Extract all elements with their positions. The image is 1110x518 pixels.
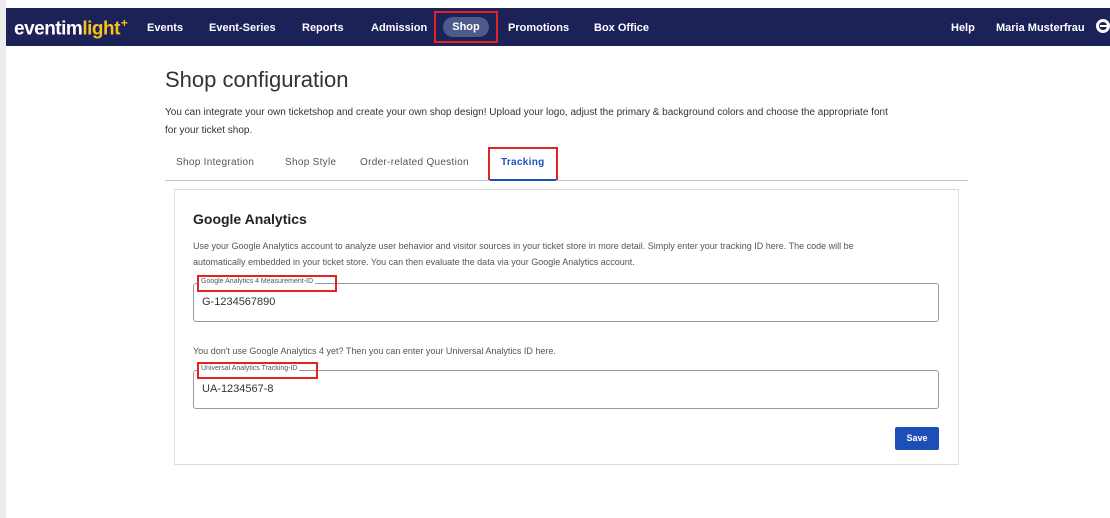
ga4-field-value[interactable]: G-1234567890 bbox=[202, 296, 275, 308]
nav-shop[interactable]: Shop bbox=[443, 17, 489, 37]
google-analytics-title: Google Analytics bbox=[193, 211, 307, 227]
user-circle-icon[interactable] bbox=[1096, 19, 1110, 33]
nav-event-series[interactable]: Event-Series bbox=[209, 18, 276, 38]
tab-shop-integration[interactable]: Shop Integration bbox=[176, 157, 254, 168]
nav-admission[interactable]: Admission bbox=[371, 18, 427, 38]
logo-text-main: eventim bbox=[14, 18, 83, 40]
ua-prompt-text: You don't use Google Analytics 4 yet? Th… bbox=[193, 346, 556, 356]
ga4-label-highlight-box bbox=[197, 275, 337, 292]
logo-text-accent: light bbox=[82, 18, 120, 40]
intro-line-1: You can integrate your own ticketshop an… bbox=[165, 107, 888, 118]
nav-help[interactable]: Help bbox=[951, 18, 975, 38]
tab-divider bbox=[165, 180, 968, 181]
ua-field-value[interactable]: UA-1234567-8 bbox=[202, 383, 274, 395]
active-tab-indicator bbox=[490, 179, 556, 181]
tab-order-related-question[interactable]: Order-related Question bbox=[360, 157, 469, 168]
top-navbar: eventimlight+ Events Event-Series Report… bbox=[6, 8, 1110, 46]
nav-promotions[interactable]: Promotions bbox=[508, 18, 569, 38]
window-edge bbox=[0, 0, 6, 518]
page-intro: You can integrate your own ticketshop an… bbox=[165, 104, 975, 140]
tracking-highlight-box bbox=[488, 147, 558, 181]
nav-events[interactable]: Events bbox=[147, 18, 183, 38]
nav-reports[interactable]: Reports bbox=[302, 18, 344, 38]
eventim-light-logo[interactable]: eventimlight+ bbox=[14, 16, 128, 40]
tab-shop-style[interactable]: Shop Style bbox=[285, 157, 336, 168]
description-line-1: Use your Google Analytics account to ana… bbox=[193, 241, 854, 251]
google-analytics-description: Use your Google Analytics account to ana… bbox=[193, 238, 933, 270]
nav-user-name[interactable]: Maria Musterfrau bbox=[996, 18, 1085, 38]
tracking-card bbox=[174, 189, 959, 465]
save-button[interactable]: Save bbox=[895, 427, 939, 450]
description-line-2: automatically embedded in your ticket st… bbox=[193, 257, 635, 267]
page-title: Shop configuration bbox=[165, 67, 349, 92]
ua-label-highlight-box bbox=[197, 362, 318, 379]
logo-star-icon: + bbox=[120, 16, 128, 30]
nav-box-office[interactable]: Box Office bbox=[594, 18, 649, 38]
intro-line-2: for your ticket shop. bbox=[165, 125, 253, 136]
